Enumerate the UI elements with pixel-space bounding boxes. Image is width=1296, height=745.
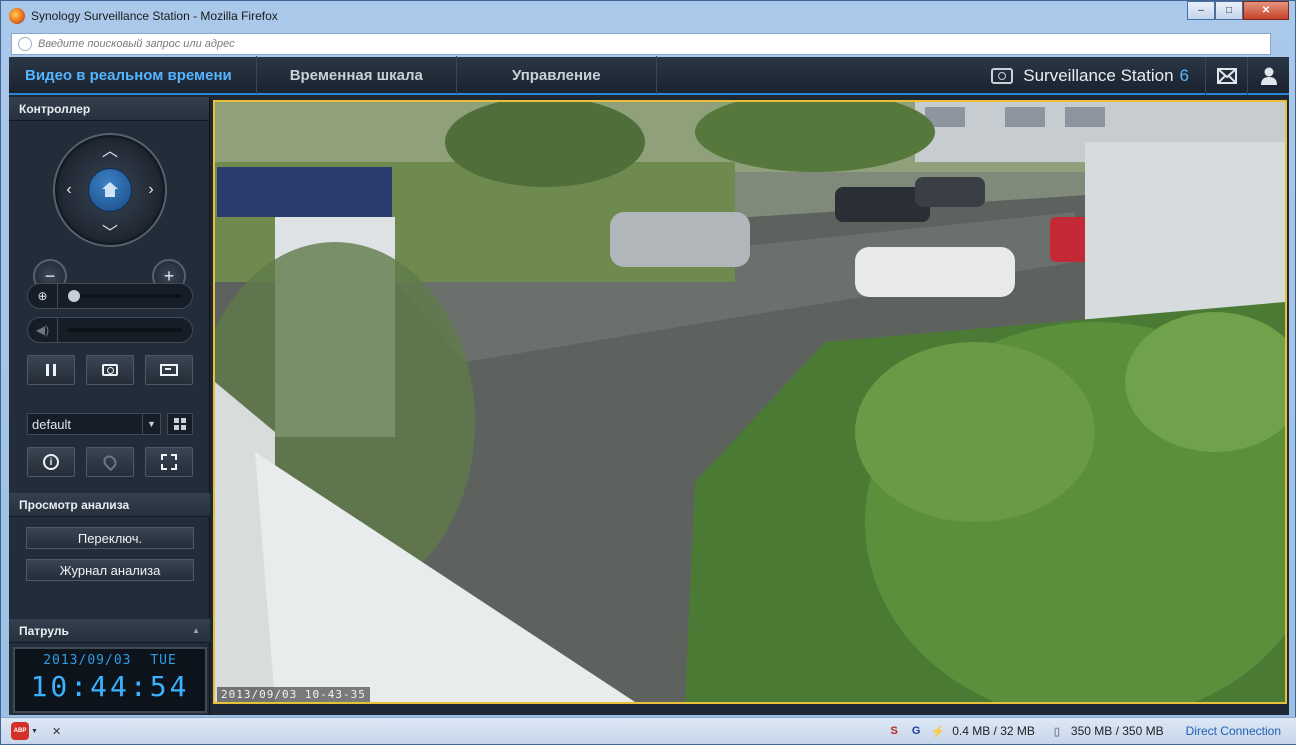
surveillance-app: Видео в реальном времени Временная шкала… (9, 56, 1289, 715)
layout-grid-button[interactable] (167, 413, 193, 435)
ptz-left-icon[interactable]: ‹ (59, 180, 79, 200)
snapshot-button[interactable] (86, 355, 134, 385)
zoom-track[interactable] (68, 290, 182, 302)
g-addon-icon[interactable]: G (908, 723, 924, 739)
location-pin-icon (100, 452, 120, 472)
address-placeholder: Введите поисковый запрос или адрес (38, 38, 235, 50)
user-icon[interactable] (1247, 57, 1289, 95)
adblock-dropdown-icon[interactable]: ▼ (31, 728, 38, 735)
ptz-controller: ︿ ﹀ ‹ › − + (9, 121, 209, 297)
pause-icon (46, 364, 56, 376)
clock-date: 2013/09/03 (43, 653, 132, 668)
ptz-down-icon[interactable]: ﹀ (100, 221, 120, 242)
camera-logo-icon (991, 68, 1014, 84)
fullscreen-icon (161, 454, 177, 470)
tab-management[interactable]: Управление (457, 56, 657, 94)
volume-slider[interactable]: ◀) (27, 317, 193, 343)
maximize-button[interactable]: □ (1215, 1, 1243, 20)
analysis-section: Просмотр анализа Переключ. Журнал анализ… (9, 493, 210, 581)
clock-day: TUE (150, 653, 177, 668)
view-buttons: i (27, 447, 193, 477)
app-logo: Surveillance Station 6 (991, 66, 1189, 86)
patrol-section: Патруль ▲ 2013/09/03 TUE 10:44:54 (9, 619, 210, 713)
zoom-knob[interactable] (68, 290, 80, 302)
adblock-icon[interactable]: ABP (11, 722, 29, 740)
tab-timeline[interactable]: Временная шкала (257, 56, 457, 94)
record-icon (160, 364, 178, 376)
status-right: S G ⚡ 0.4 MB / 32 MB ▯ 350 MB / 350 MB D… (886, 723, 1281, 739)
close-button[interactable]: ✕ (1243, 1, 1289, 20)
ptz-home-button[interactable] (88, 168, 132, 212)
chevron-down-icon[interactable]: ▼ (142, 414, 160, 434)
clock-time: 10:44:54 (30, 670, 190, 703)
top-navigation: Видео в реальном времени Временная шкала… (9, 56, 1289, 95)
connection-status[interactable]: Direct Connection (1186, 724, 1281, 738)
window-controls: – □ ✕ (1187, 1, 1289, 20)
ptz-up-icon[interactable]: ︿ (100, 139, 120, 160)
title-bar: Synology Surveillance Station - Mozilla … (1, 1, 1295, 31)
nav-right: Surveillance Station 6 (991, 57, 1289, 95)
status-bar: ABP ▼ ✕ S G ⚡ 0.4 MB / 32 MB ▯ 350 MB / … (1, 717, 1296, 744)
tab-live-view[interactable]: Видео в реальном времени (9, 56, 257, 94)
globe-icon (18, 37, 32, 51)
speaker-icon: ◀) (28, 318, 58, 342)
memory-icon: ▯ (1053, 725, 1060, 738)
camera-icon (102, 364, 118, 376)
digital-clock: 2013/09/03 TUE 10:44:54 (13, 647, 207, 713)
pause-button[interactable] (27, 355, 75, 385)
patrol-header[interactable]: Патруль ▲ (9, 619, 210, 643)
map-button[interactable] (86, 447, 134, 477)
firefox-icon (9, 8, 25, 24)
playback-buttons (27, 355, 193, 385)
toggle-button[interactable]: Переключ. (26, 527, 194, 549)
window-title: Synology Surveillance Station - Mozilla … (31, 9, 278, 23)
notifications-icon[interactable] (1205, 57, 1247, 95)
memory-usage: 350 MB / 350 MB (1070, 724, 1164, 738)
zoom-slider[interactable]: ⊕ (27, 283, 193, 309)
home-icon (101, 182, 119, 198)
collapse-icon[interactable]: ▲ (192, 626, 200, 635)
close-statusbar-icon[interactable]: ✕ (52, 725, 61, 738)
layout-select[interactable]: default ▼ (27, 413, 161, 435)
info-button[interactable]: i (27, 447, 75, 477)
analysis-log-button[interactable]: Журнал анализа (26, 559, 194, 581)
s-addon-icon[interactable]: S (886, 723, 902, 739)
analysis-header: Просмотр анализа (9, 493, 210, 517)
app-version: 6 (1179, 66, 1189, 85)
browser-window: Synology Surveillance Station - Mozilla … (0, 0, 1296, 745)
layout-value: default (32, 416, 72, 432)
camera-scene-image (215, 102, 1285, 702)
ptz-right-icon[interactable]: › (141, 180, 161, 200)
minimize-button[interactable]: – (1187, 1, 1215, 20)
grid-icon (174, 418, 186, 430)
video-timestamp: 2013/09/03 10-43-35 (217, 687, 370, 702)
controller-header: Контроллер (9, 97, 209, 121)
network-usage: 0.4 MB / 32 MB (952, 724, 1035, 738)
volume-track[interactable] (68, 328, 182, 332)
clock-date-line: 2013/09/03 TUE (15, 649, 205, 668)
ptz-ring[interactable]: ︿ ﹀ ‹ › (53, 133, 167, 247)
magnifier-icon: ⊕ (28, 284, 58, 308)
patrol-title: Патруль (19, 623, 69, 638)
app-name: Surveillance Station (1023, 66, 1174, 85)
info-icon: i (43, 454, 59, 470)
lightning-icon[interactable]: ⚡ (930, 723, 946, 739)
record-button[interactable] (145, 355, 193, 385)
live-video-feed[interactable]: 2013/09/03 10-43-35 (213, 100, 1287, 704)
sidebar: Контроллер ︿ ﹀ ‹ › − + ⊕ ◀) default ▼ i … (9, 97, 210, 715)
address-bar[interactable]: Введите поисковый запрос или адрес (11, 33, 1271, 55)
fullscreen-button[interactable] (145, 447, 193, 477)
